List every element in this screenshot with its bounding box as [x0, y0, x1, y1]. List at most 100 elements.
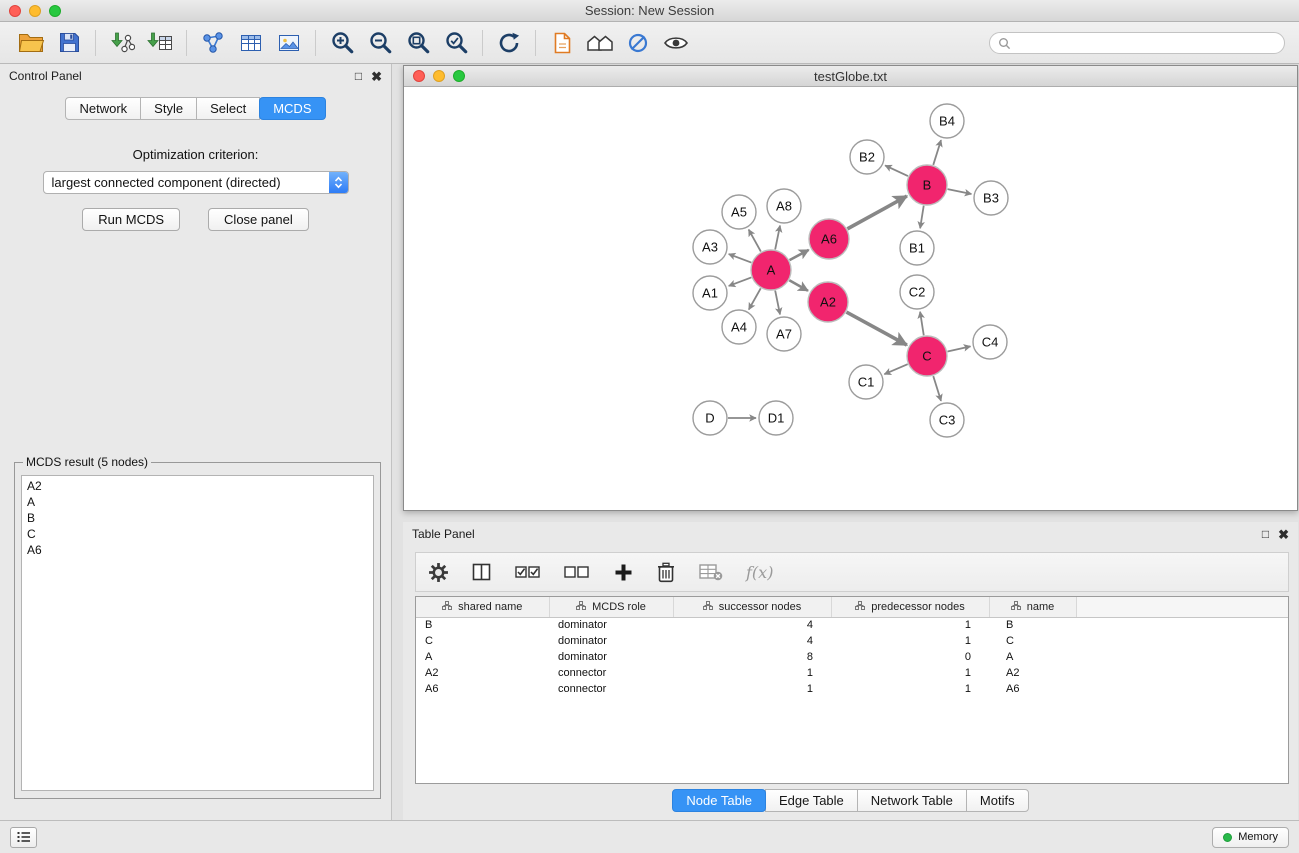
table-cell[interactable]: B: [989, 617, 1076, 633]
zoom-out-button[interactable]: [361, 26, 399, 60]
delete-table-button[interactable]: [699, 563, 723, 581]
graph-node-B4[interactable]: B4: [930, 104, 964, 138]
graph-node-B1[interactable]: B1: [900, 231, 934, 265]
mcds-result-list[interactable]: A2ABCA6: [21, 475, 374, 791]
table-row[interactable]: A6connector11A6: [416, 681, 1288, 697]
close-window-button[interactable]: [9, 5, 21, 17]
table-cell[interactable]: B: [416, 617, 549, 633]
export-image-button[interactable]: [270, 26, 308, 60]
graph-edge-A2-C[interactable]: [846, 312, 906, 345]
graph-edge-C-C3[interactable]: [933, 376, 941, 401]
graph-node-A7[interactable]: A7: [767, 317, 801, 351]
add-column-button[interactable]: [613, 563, 633, 582]
table-cell[interactable]: 4: [673, 633, 831, 649]
graph-node-C4[interactable]: C4: [973, 325, 1007, 359]
graph-node-A5[interactable]: A5: [722, 195, 756, 229]
select-all-button[interactable]: [515, 564, 541, 580]
table-cell[interactable]: connector: [549, 665, 673, 681]
memory-button[interactable]: Memory: [1212, 827, 1289, 848]
table-cell[interactable]: 1: [831, 633, 989, 649]
graph-node-A3[interactable]: A3: [693, 230, 727, 264]
table-cell[interactable]: A2: [989, 665, 1076, 681]
network-zoom-button[interactable]: [453, 70, 465, 82]
new-network-button[interactable]: [194, 26, 232, 60]
tab-network-table[interactable]: Network Table: [857, 789, 967, 812]
run-mcds-button[interactable]: Run MCDS: [82, 208, 180, 231]
tab-network[interactable]: Network: [65, 97, 141, 120]
column-header-shared-name[interactable]: shared name: [416, 597, 549, 617]
optimization-criterion-select[interactable]: largest connected component (directed): [43, 171, 349, 194]
close-panel-button[interactable]: Close panel: [208, 208, 309, 231]
zoom-in-button[interactable]: [323, 26, 361, 60]
function-builder-button[interactable]: f(x): [746, 563, 773, 582]
graph-edge-C-C4[interactable]: [947, 346, 970, 351]
column-header-mcds-role[interactable]: MCDS role: [549, 597, 673, 617]
table-cell[interactable]: C: [989, 633, 1076, 649]
graph-edge-A-A7[interactable]: [775, 291, 780, 315]
graph-edge-C-C2[interactable]: [920, 312, 924, 335]
graph-node-A1[interactable]: A1: [693, 276, 727, 310]
graph-node-A2[interactable]: A2: [808, 282, 848, 322]
table-cell[interactable]: A6: [989, 681, 1076, 697]
tab-node-table[interactable]: Node Table: [672, 789, 766, 812]
new-table-button[interactable]: [232, 26, 270, 60]
graph-node-B2[interactable]: B2: [850, 140, 884, 174]
tab-edge-table[interactable]: Edge Table: [765, 789, 858, 812]
table-cell[interactable]: 0: [831, 649, 989, 665]
mcds-result-item[interactable]: A6: [22, 542, 373, 558]
graph-edge-A-A5[interactable]: [749, 230, 761, 252]
table-cell[interactable]: C: [416, 633, 549, 649]
import-network-button[interactable]: [103, 26, 141, 60]
graph-node-B[interactable]: B: [907, 165, 947, 205]
graph-edge-B-B1[interactable]: [920, 206, 924, 229]
table-cell[interactable]: dominator: [549, 649, 673, 665]
graph-node-D[interactable]: D: [693, 401, 727, 435]
open-session-button[interactable]: [12, 26, 50, 60]
network-document-button[interactable]: [543, 26, 581, 60]
task-history-button[interactable]: [10, 827, 37, 848]
float-panel-icon[interactable]: □: [355, 70, 362, 82]
table-cell[interactable]: dominator: [549, 617, 673, 633]
mcds-result-item[interactable]: C: [22, 526, 373, 542]
network-canvas[interactable]: AA2A6BCA1A3A4A5A7A8B1B2B3B4C1C2C3C4DD1: [404, 88, 1297, 510]
graph-node-A[interactable]: A: [751, 250, 791, 290]
column-header-predecessor-nodes[interactable]: predecessor nodes: [831, 597, 989, 617]
network-window-titlebar[interactable]: testGlobe.txt: [404, 66, 1297, 87]
graph-node-B3[interactable]: B3: [974, 181, 1008, 215]
table-cell[interactable]: 1: [673, 681, 831, 697]
first-neighbors-button[interactable]: [581, 26, 619, 60]
table-float-panel-icon[interactable]: □: [1262, 528, 1269, 540]
table-cell[interactable]: 8: [673, 649, 831, 665]
table-row[interactable]: Bdominator41B: [416, 617, 1288, 633]
network-close-button[interactable]: [413, 70, 425, 82]
graph-node-C2[interactable]: C2: [900, 275, 934, 309]
graph-edge-A-A4[interactable]: [749, 288, 761, 309]
mcds-result-item[interactable]: A2: [22, 478, 373, 494]
network-minimize-button[interactable]: [433, 70, 445, 82]
graph-edge-A-A8[interactable]: [775, 226, 780, 250]
graph-edge-A-A6[interactable]: [790, 250, 809, 260]
table-row[interactable]: Cdominator41C: [416, 633, 1288, 649]
table-cell[interactable]: 1: [831, 617, 989, 633]
show-columns-button[interactable]: [472, 562, 492, 582]
table-cell[interactable]: 1: [831, 681, 989, 697]
table-cell[interactable]: dominator: [549, 633, 673, 649]
table-cell[interactable]: 1: [673, 665, 831, 681]
zoom-selected-button[interactable]: [437, 26, 475, 60]
close-panel-icon[interactable]: ✖: [371, 70, 382, 83]
graph-edge-B-B4[interactable]: [933, 140, 941, 165]
table-row[interactable]: Adominator80A: [416, 649, 1288, 665]
table-cell[interactable]: connector: [549, 681, 673, 697]
minimize-window-button[interactable]: [29, 5, 41, 17]
graph-node-A6[interactable]: A6: [809, 219, 849, 259]
mcds-result-item[interactable]: B: [22, 510, 373, 526]
import-table-button[interactable]: [141, 26, 179, 60]
show-hide-button[interactable]: [657, 26, 695, 60]
graph-edge-A-A3[interactable]: [729, 254, 752, 263]
column-header-name[interactable]: name: [989, 597, 1076, 617]
graph-edge-B-B2[interactable]: [885, 165, 908, 176]
delete-column-button[interactable]: [656, 562, 676, 583]
graph-edge-B-B3[interactable]: [948, 189, 972, 194]
search-input[interactable]: [989, 32, 1285, 54]
tab-motifs[interactable]: Motifs: [966, 789, 1029, 812]
